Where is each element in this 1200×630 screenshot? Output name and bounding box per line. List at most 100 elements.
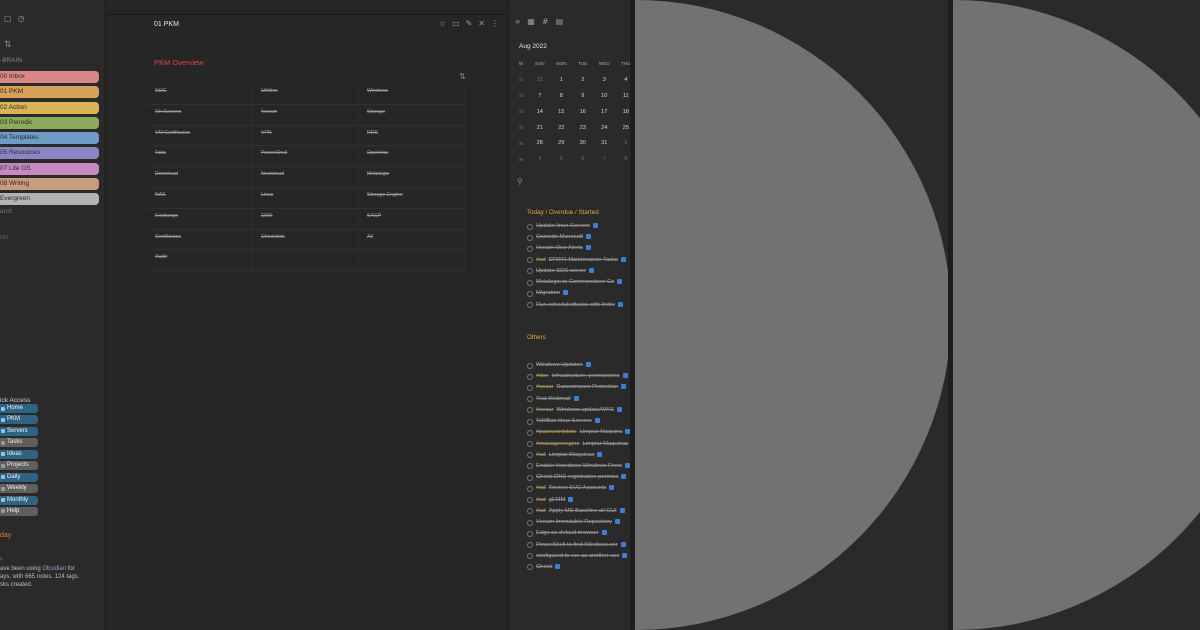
task-tag[interactable]: #secur [536,407,553,413]
task-link-icon[interactable] [609,485,615,491]
overview-link[interactable]: Linux [253,187,359,209]
calendar-day[interactable]: 31 [529,77,551,83]
task-link-icon[interactable] [621,384,627,390]
calendar-day[interactable]: 30 [572,140,594,146]
task-text[interactable]: #ad gEMM [536,496,574,504]
overview-link[interactable]: Download [147,167,253,188]
sort-icon[interactable]: ⇅ [459,72,466,81]
graph-icon[interactable]: ⟡ [515,18,520,26]
task-text[interactable]: #passwordstate Limpiar Maquina [536,429,630,436]
folder-item[interactable]: Evergreen [0,193,99,206]
quick-access-button[interactable]: Servers [0,426,38,436]
task-text[interactable]: Update linux Servers [536,223,598,230]
star-icon[interactable]: ☆ [439,20,446,28]
calendar-day[interactable]: 6 [572,156,594,162]
task-checkbox[interactable] [527,508,533,515]
task-text[interactable]: #dev infrastructure, permissions [536,373,628,380]
tag-icon[interactable]: # [542,18,549,26]
calendar-day[interactable]: 28 [529,140,551,146]
note-title[interactable]: 01 PKM [154,21,179,28]
overview-link[interactable]: Storage Engine [359,187,465,209]
task-link-icon[interactable] [625,462,630,468]
calendar-day[interactable]: 5 [551,156,573,162]
task-link-icon[interactable] [568,496,574,502]
overview-link[interactable]: All [359,229,465,251]
calendar-day[interactable]: 14 [529,109,551,115]
task-checkbox[interactable] [527,245,533,252]
task-tag[interactable]: #ad [536,497,546,503]
task-text[interactable]: Update SDS server [536,267,594,275]
task-link-icon[interactable] [586,234,592,240]
task-text[interactable]: #secur Ransomware Protection [536,384,627,391]
overview-link[interactable]: VPN [253,125,359,147]
task-checkbox[interactable] [527,373,533,380]
quick-access-button[interactable]: Help [0,506,38,516]
overview-link[interactable]: SACP [359,208,465,230]
task-checkbox[interactable] [527,553,533,560]
overview-link[interactable] [359,250,465,272]
calendar-day[interactable]: 2 [572,77,594,83]
calendar-day[interactable]: 29 [551,140,573,146]
edit-icon[interactable]: ✎ [466,20,473,28]
task-tag[interactable]: #ad [536,508,546,514]
task-text[interactable]: Veeam One Alerts [536,245,591,252]
calendar-day[interactable]: 1 [551,77,573,83]
calendar-day[interactable]: 10 [594,93,616,99]
week-number[interactable]: 31 [513,77,529,82]
task-checkbox[interactable] [527,279,533,286]
calendar-day[interactable]: 24 [594,125,616,131]
task-checkbox[interactable] [527,290,533,297]
calendar-day[interactable]: 7 [529,93,551,99]
task-text[interactable]: Windows Updates [536,362,591,369]
task-checkbox[interactable] [527,564,533,571]
task-checkbox[interactable] [527,519,533,526]
shortcuts-item[interactable]: uts [0,234,9,241]
task-text[interactable]: Migration [536,290,568,297]
task-tag[interactable]: #dev [536,373,549,379]
folder-item[interactable]: 07 Life OS [0,162,99,175]
task-link-icon[interactable] [585,362,591,367]
clock-icon[interactable]: ◷ [18,15,25,23]
task-text[interactable]: Enable #windows Windows Firew [536,462,630,470]
calendar-day[interactable]: 3 [594,77,616,83]
task-tag[interactable]: #passwordstate [536,429,577,435]
week-number[interactable]: 35 [513,141,529,146]
overview-link[interactable]: Checklists [253,229,359,251]
calendar-day[interactable]: 23 [572,125,594,131]
task-checkbox[interactable] [527,268,533,275]
task-checkbox[interactable] [527,257,533,264]
overview-link[interactable]: Metalogix [359,167,465,188]
task-link-icon[interactable] [625,429,630,435]
calendar-day[interactable]: 9 [572,93,594,99]
task-link-icon[interactable] [619,507,625,513]
overview-link[interactable]: OpenVas [359,146,465,168]
quick-access-button[interactable]: Home [0,404,38,413]
calendar-day[interactable]: 25 [615,125,630,131]
task-checkbox[interactable] [527,302,533,309]
task-checkbox[interactable] [527,362,533,369]
week-number[interactable]: 36 [513,157,529,162]
calendar-day[interactable]: 8 [551,93,573,99]
calendar-day[interactable]: 4 [529,156,551,162]
overview-link[interactable]: NAS [147,187,253,209]
overview-link[interactable]: Nextcloud [253,167,359,188]
calendar-icon[interactable]: ▦ [527,18,535,26]
overview-link[interactable]: Utilities [253,84,359,105]
task-link-icon[interactable] [617,301,623,307]
task-link-icon[interactable] [597,451,603,457]
task-checkbox[interactable] [527,429,533,436]
task-link-icon[interactable] [601,530,607,536]
task-link-icon[interactable] [594,418,600,424]
task-checkbox[interactable] [527,497,533,504]
task-link-icon[interactable] [622,552,628,558]
task-text[interactable]: Metalogix to Commonstore Co [536,279,623,286]
calendar-day[interactable]: 8 [615,156,630,162]
task-text[interactable]: #ad Apply MS Baseline all GUI [536,507,625,515]
task-tag[interactable]: #ad [536,485,546,491]
task-text[interactable]: Comodo Microsoft [536,234,592,241]
calendar-day[interactable]: 11 [615,93,630,99]
task-text[interactable]: configured to run as another use [536,552,628,560]
task-tag[interactable]: #managerengine [536,441,580,447]
task-link-icon[interactable] [617,279,623,285]
task-text[interactable]: Tell/Ban linux Servers [536,418,600,425]
